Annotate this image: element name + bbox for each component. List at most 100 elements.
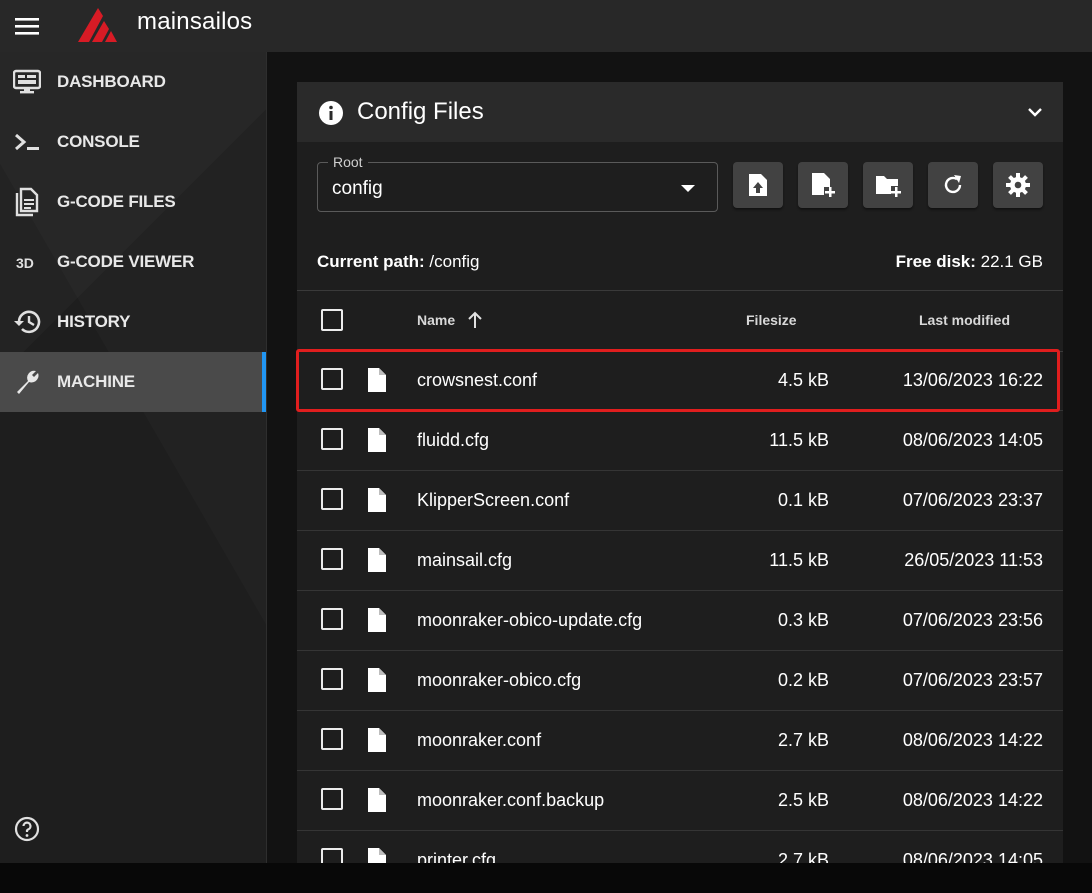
column-header-name[interactable]: Name [417,312,455,328]
table-row[interactable]: moonraker.conf.backup 2.5 kB 08/06/2023 14… [297,770,1063,831]
free-disk: Free disk: 22.1 GB [896,252,1043,272]
table-row[interactable]: moonraker-obico.cfg 0.2 kB 07/06/2023 23:5… [297,650,1063,711]
column-header-last-modified[interactable]: Last modified [919,312,1010,328]
settings-button[interactable] [993,162,1043,208]
table-header: Name Filesize Last modified [297,290,1063,352]
row-checkbox[interactable] [321,668,343,690]
config-files-panel: Config Files Root config Current path: /… [297,82,1063,863]
table-row[interactable]: fluidd.cfg 11.5 kB 08/06/2023 14:05 [297,410,1063,471]
sidebar-item-label: DASHBOARD [57,72,166,91]
upload-file-icon [749,174,767,196]
file-modified: 07/06/2023 23:37 [902,490,1043,510]
dropdown-arrow-icon [681,185,695,192]
file-icon [366,847,388,863]
new-file-icon [812,173,835,197]
file-icon [366,367,388,393]
file-size: 2.5 kB [777,790,829,810]
file-name[interactable]: printer.cfg [417,850,496,863]
file-size: 2.7 kB [777,850,829,863]
mainsail-logo-icon [78,8,117,42]
upload-file-button[interactable] [733,162,783,208]
file-modified: 07/06/2023 23:57 [902,670,1043,690]
sidebar-item-history[interactable]: HISTORY [0,292,266,352]
panel-header: Config Files [297,82,1063,142]
brand-name: mainsailos [137,8,253,35]
sidebar-item-label: MACHINE [57,372,135,391]
sidebar-item-label: CONSOLE [57,132,140,151]
table-row[interactable]: KlipperScreen.conf 0.1 kB 07/06/2023 23:37 [297,470,1063,531]
new-folder-icon [876,176,901,197]
history-icon [12,307,42,337]
sidebar-item-label: G-CODE VIEWER [57,252,195,271]
svg-text:3D: 3D [16,255,34,271]
file-size: 4.5 kB [777,370,829,390]
menu-icon[interactable] [14,14,40,38]
monitor-dashboard-icon [12,67,42,97]
chevron-down-icon[interactable] [1023,100,1047,124]
sidebar: DASHBOARD CONSOLE G-CODE FILES 3D G-CODE… [0,52,267,863]
file-icon [366,607,388,633]
file-name[interactable]: mainsail.cfg [417,550,512,571]
sidebar-item-dashboard[interactable]: DASHBOARD [0,52,266,112]
column-header-filesize[interactable]: Filesize [746,312,797,328]
table-row[interactable]: printer.cfg 2.7 kB 08/06/2023 14:05 [297,830,1063,863]
file-modified: 08/06/2023 14:22 [902,790,1043,810]
file-icon [366,487,388,513]
file-icon [366,547,388,573]
sidebar-item-gcode-viewer[interactable]: 3D G-CODE VIEWER [0,232,266,292]
table-row[interactable]: mainsail.cfg 11.5 kB 26/05/2023 11:53 [297,530,1063,591]
info-icon [319,101,343,125]
row-checkbox[interactable] [321,788,343,810]
file-name[interactable]: KlipperScreen.conf [417,490,569,511]
sidebar-item-label: HISTORY [57,312,131,331]
table-row[interactable]: crowsnest.conf 4.5 kB 13/06/2023 16:22 [297,350,1063,411]
file-name[interactable]: moonraker-obico-update.cfg [417,610,642,631]
new-folder-button[interactable] [863,162,913,208]
root-select-value: config [332,178,383,199]
file-modified: 08/06/2023 14:05 [902,850,1043,863]
root-select-label: Root [328,154,368,170]
video-3d-icon: 3D [12,247,42,277]
file-modified: 07/06/2023 23:56 [902,610,1043,630]
panel-title: Config Files [357,98,484,125]
file-name[interactable]: moonraker-obico.cfg [417,670,581,691]
select-all-checkbox[interactable] [321,309,343,331]
sidebar-item-machine[interactable]: MACHINE [0,352,266,412]
row-checkbox[interactable] [321,608,343,630]
row-checkbox[interactable] [321,428,343,450]
help-circle-icon[interactable] [14,816,40,842]
file-icon [366,427,388,453]
table-row[interactable]: moonraker-obico-update.cfg 0.3 kB 07/06/20… [297,590,1063,651]
file-modified: 08/06/2023 14:05 [902,430,1043,450]
file-name[interactable]: moonraker.conf [417,730,541,751]
free-disk-value: 22.1 GB [980,252,1043,271]
app-bar: mainsailos [0,0,1092,52]
sort-ascending-arrow-icon[interactable] [467,311,483,329]
file-size: 0.1 kB [777,490,829,510]
file-size: 2.7 kB [777,730,829,750]
file-name[interactable]: moonraker.conf.backup [417,790,604,811]
root-select[interactable]: Root config [317,154,718,212]
free-disk-label: Free disk: [895,252,976,271]
row-checkbox[interactable] [321,368,343,390]
current-path-label: Current path: [317,252,425,271]
refresh-button[interactable] [928,162,978,208]
row-checkbox[interactable] [321,548,343,570]
table-row[interactable]: moonraker.conf 2.7 kB 08/06/2023 14:22 [297,710,1063,771]
taskbar-strip [0,863,1092,893]
sidebar-item-gcode-files[interactable]: G-CODE FILES [0,172,266,232]
row-checkbox[interactable] [321,848,343,863]
current-path-value: /config [429,252,480,271]
sidebar-item-label: G-CODE FILES [57,192,176,211]
file-name[interactable]: fluidd.cfg [417,430,489,451]
file-size: 11.5 kB [769,430,829,450]
file-size: 0.3 kB [777,610,829,630]
file-name[interactable]: crowsnest.conf [417,370,537,391]
row-checkbox[interactable] [321,728,343,750]
row-checkbox[interactable] [321,488,343,510]
sidebar-item-console[interactable]: CONSOLE [0,112,266,172]
current-path: Current path: /config [317,252,480,272]
new-file-button[interactable] [798,162,848,208]
file-size: 0.2 kB [777,670,829,690]
file-icon [366,667,388,693]
